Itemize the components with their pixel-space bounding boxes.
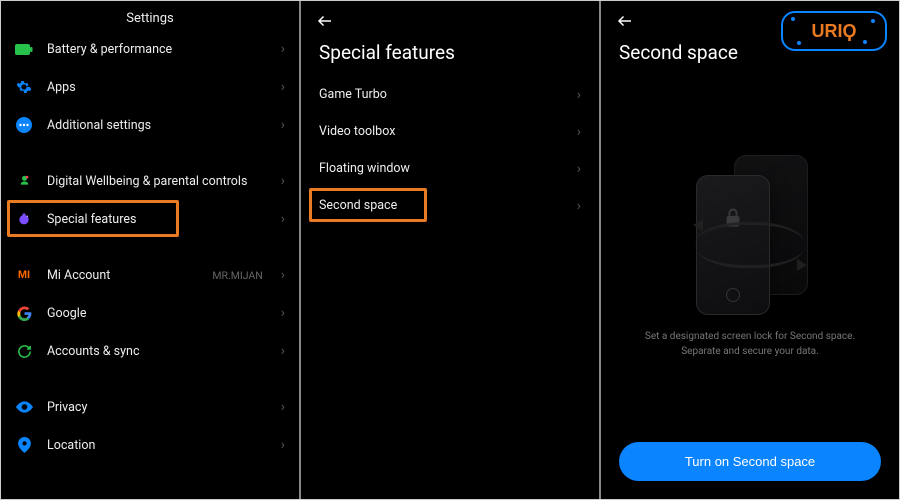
row-label: Mi Account [47, 268, 198, 283]
back-icon[interactable] [315, 11, 335, 31]
row-location[interactable]: Location › [1, 426, 299, 464]
sparkle-icon [15, 210, 33, 228]
chevron-right-icon: › [577, 162, 581, 176]
chevron-right-icon: › [281, 42, 285, 56]
gear-icon [15, 78, 33, 96]
chevron-right-icon: › [281, 174, 285, 188]
fingerprint-icon [726, 288, 740, 302]
special-features-list: Game Turbo › Video toolbox › Floating wi… [301, 76, 599, 499]
heart-icon [15, 172, 33, 190]
row-google[interactable]: Google › [1, 294, 299, 332]
row-label: Special features [47, 212, 267, 227]
row-accounts-sync[interactable]: Accounts & sync › [1, 332, 299, 370]
chevron-right-icon: › [281, 212, 285, 226]
chevron-right-icon: › [281, 306, 285, 320]
row-label: Floating window [319, 161, 563, 176]
special-features-panel: Special features Game Turbo › Video tool… [301, 1, 599, 499]
settings-panel: Settings Battery & performance › Apps › [1, 1, 299, 499]
row-privacy[interactable]: Privacy › [1, 388, 299, 426]
row-label: Privacy [47, 400, 267, 415]
chevron-right-icon: › [577, 125, 581, 139]
row-label: Location [47, 438, 267, 453]
desc-line-1: Set a designated screen lock for Second … [645, 329, 855, 344]
chevron-right-icon: › [281, 268, 285, 282]
battery-icon [15, 40, 33, 58]
google-icon [15, 304, 33, 322]
chevron-right-icon: › [281, 80, 285, 94]
row-mi-account[interactable]: MI Mi Account MR.MIJAN › [1, 256, 299, 294]
row-game-turbo[interactable]: Game Turbo › [301, 76, 599, 113]
desc-line-2: Separate and secure your data. [645, 344, 855, 359]
phone-illustration [680, 151, 820, 321]
row-floating-window[interactable]: Floating window › [301, 150, 599, 187]
brand-logo: URIϘ [781, 11, 887, 51]
second-space-description: Set a designated screen lock for Second … [645, 329, 855, 359]
row-special-features[interactable]: Special features › [1, 200, 299, 238]
row-battery-performance[interactable]: Battery & performance › [1, 30, 299, 68]
dots-icon [15, 116, 33, 134]
chevron-right-icon: › [281, 118, 285, 132]
row-value: MR.MIJAN [212, 269, 262, 282]
row-label: Game Turbo [319, 87, 563, 102]
chevron-right-icon: › [577, 88, 581, 102]
sync-icon [15, 342, 33, 360]
mi-icon: MI [15, 266, 33, 284]
special-features-header [301, 1, 599, 35]
brand-logo-text: URIϘ [812, 21, 857, 42]
row-label: Digital Wellbeing & parental controls [47, 174, 267, 189]
chevron-right-icon: › [281, 438, 285, 452]
row-second-space[interactable]: Second space › [301, 187, 599, 224]
row-label: Video toolbox [319, 124, 563, 139]
turn-on-second-space-button[interactable]: Turn on Second space [619, 442, 881, 481]
back-icon[interactable] [615, 11, 635, 31]
row-video-toolbox[interactable]: Video toolbox › [301, 113, 599, 150]
eye-icon [15, 398, 33, 416]
special-features-title: Special features [301, 35, 599, 76]
chevron-right-icon: › [577, 199, 581, 213]
pin-icon [15, 436, 33, 454]
settings-list: Battery & performance › Apps › Additiona… [1, 30, 299, 499]
second-space-panel: Second space Set a designated screen loc… [601, 1, 899, 499]
row-label: Apps [47, 80, 267, 95]
row-label: Battery & performance [47, 42, 267, 57]
row-apps[interactable]: Apps › [1, 68, 299, 106]
row-label: Google [47, 306, 267, 321]
row-label: Accounts & sync [47, 344, 267, 359]
row-label: Additional settings [47, 118, 267, 133]
swap-arrow-icon [695, 222, 805, 268]
chevron-right-icon: › [281, 344, 285, 358]
settings-title: Settings [126, 11, 173, 26]
row-additional-settings[interactable]: Additional settings › [1, 106, 299, 144]
second-space-hero: Set a designated screen lock for Second … [601, 76, 899, 428]
row-digital-wellbeing[interactable]: Digital Wellbeing & parental controls › [1, 162, 299, 200]
chevron-right-icon: › [281, 400, 285, 414]
settings-header: Settings [1, 1, 299, 30]
row-label: Second space [319, 198, 563, 213]
